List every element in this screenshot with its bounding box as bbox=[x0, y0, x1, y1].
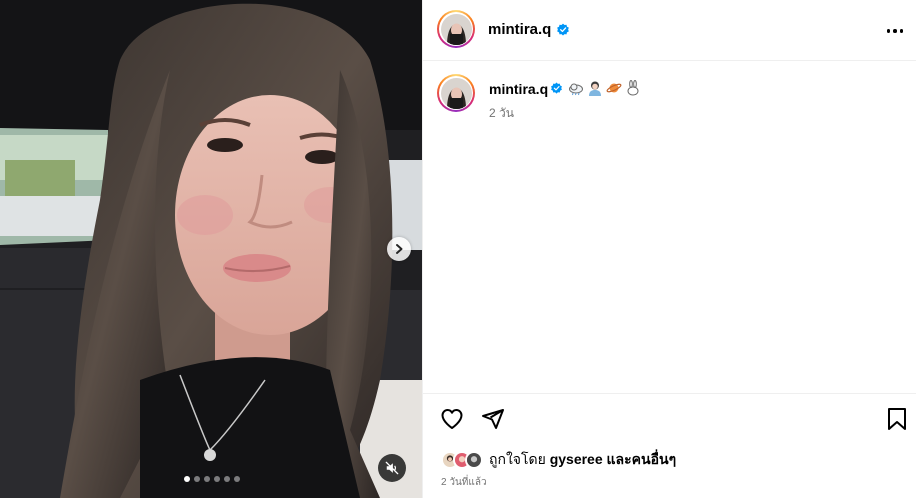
carousel-dot bbox=[194, 476, 200, 482]
more-dot-icon bbox=[899, 29, 904, 33]
carousel-dot bbox=[204, 476, 210, 482]
carousel-dot bbox=[184, 476, 190, 482]
paper-plane-icon bbox=[482, 409, 504, 429]
post-time[interactable]: 2 วันที่แล้ว bbox=[441, 475, 487, 490]
speaker-muted-icon bbox=[385, 461, 399, 475]
person-icon bbox=[589, 81, 601, 96]
more-dot-icon bbox=[893, 29, 897, 33]
post-photo bbox=[0, 0, 422, 498]
liked-others-link[interactable]: และคนอื่นๆ bbox=[607, 451, 677, 467]
post-panel: mintira.q mintira.q 2 วัน ถูกใจโดย gyser… bbox=[422, 0, 916, 498]
caption-username[interactable]: mintira.q bbox=[489, 81, 548, 97]
like-button[interactable] bbox=[440, 407, 464, 436]
save-button[interactable] bbox=[886, 407, 908, 436]
post-header: mintira.q bbox=[423, 0, 916, 61]
caption-story-ring[interactable] bbox=[437, 74, 475, 112]
liked-user-link[interactable]: gyseree bbox=[550, 451, 603, 467]
liked-by-text: ถูกใจโดย gyseree และคนอื่นๆ bbox=[489, 449, 676, 471]
avatar bbox=[440, 13, 472, 45]
post-media[interactable] bbox=[0, 0, 422, 498]
rabbit-icon bbox=[627, 80, 639, 96]
heart-icon bbox=[441, 409, 463, 429]
cloud-icon bbox=[569, 83, 583, 96]
bookmark-icon bbox=[888, 408, 906, 430]
caption-emojis bbox=[568, 80, 641, 96]
caption-verified-badge-icon bbox=[551, 82, 562, 94]
actions-divider bbox=[423, 393, 916, 394]
mute-button[interactable] bbox=[378, 454, 406, 482]
story-ring[interactable] bbox=[437, 10, 475, 48]
verified-badge-icon bbox=[557, 23, 569, 36]
caption-avatar bbox=[440, 77, 472, 109]
more-dot-icon bbox=[886, 29, 891, 33]
liked-prefix: ถูกใจโดย bbox=[489, 451, 546, 467]
header-username[interactable]: mintira.q bbox=[488, 21, 551, 38]
carousel-indicator bbox=[184, 476, 240, 482]
next-slide-button[interactable] bbox=[387, 237, 411, 261]
more-options-button[interactable] bbox=[885, 22, 905, 40]
liked-by[interactable]: ถูกใจโดย gyseree และคนอื่นๆ bbox=[441, 449, 676, 471]
liker-avatar bbox=[465, 451, 483, 469]
share-button[interactable] bbox=[481, 407, 505, 436]
planet-icon bbox=[606, 83, 622, 93]
carousel-dot bbox=[224, 476, 230, 482]
chevron-right-icon bbox=[396, 244, 403, 254]
carousel-dot bbox=[214, 476, 220, 482]
caption-time[interactable]: 2 วัน bbox=[489, 104, 514, 123]
carousel-dot bbox=[234, 476, 240, 482]
